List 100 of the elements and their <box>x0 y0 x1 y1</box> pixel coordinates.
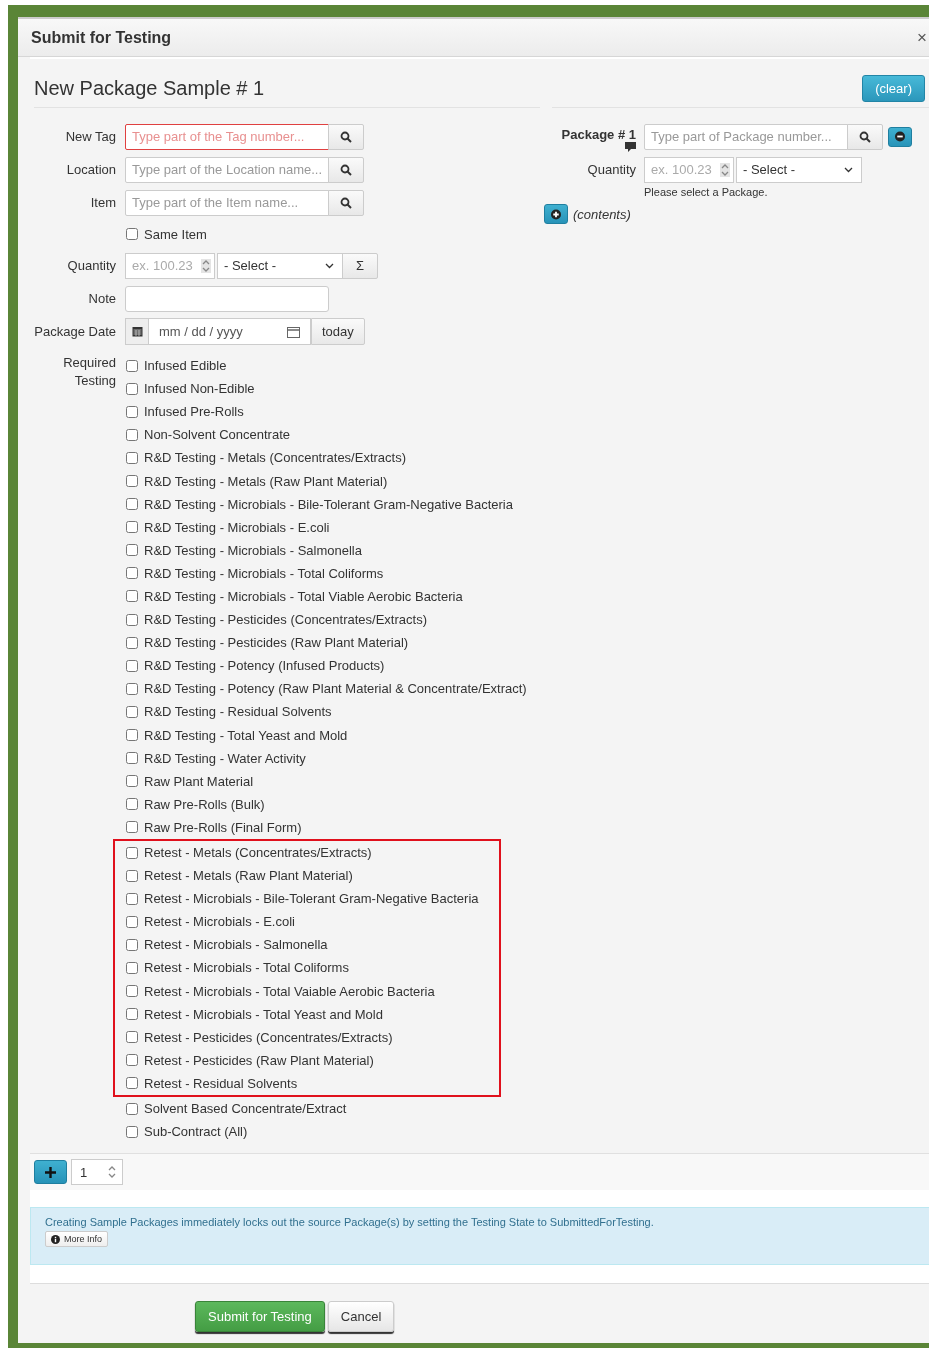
checkbox-label: R&D Testing - Residual Solvents <box>144 704 332 720</box>
checkbox-label: Retest - Pesticides (Raw Plant Material) <box>144 1052 374 1068</box>
checkbox[interactable] <box>126 798 138 811</box>
hint-text: Please select a Package. <box>644 186 768 198</box>
checkbox[interactable] <box>126 705 138 718</box>
checkbox-label: Retest - Microbials - Total Coliforms <box>144 960 349 976</box>
checkbox[interactable] <box>126 1054 138 1067</box>
checkbox[interactable] <box>126 846 138 859</box>
more-info-button[interactable]: More Info <box>45 1231 109 1248</box>
close-button[interactable]: × <box>915 27 929 48</box>
checkbox-label: Retest - Microbials - E.coli <box>144 914 295 930</box>
spinner-icon <box>107 1165 117 1180</box>
checkbox-label: R&D Testing - Water Activity <box>144 750 306 766</box>
checkbox[interactable] <box>126 544 138 557</box>
checkbox[interactable] <box>126 938 138 951</box>
checkbox-label: R&D Testing - Microbials - Total Viable Aerobic Bacteria <box>144 589 463 604</box>
field-label: Note <box>87 291 117 306</box>
search-button[interactable] <box>328 123 364 150</box>
field-label: New Tag <box>64 129 117 144</box>
tag-search-field[interactable]: Type part of the Tag number... <box>125 123 329 150</box>
checkbox[interactable] <box>126 892 138 905</box>
checkbox[interactable] <box>126 382 138 395</box>
add-contents-button[interactable] <box>544 204 568 224</box>
checkbox[interactable] <box>126 915 138 928</box>
checkbox[interactable] <box>126 498 138 511</box>
checkbox[interactable] <box>126 659 138 672</box>
checkbox[interactable] <box>126 869 138 882</box>
add-button[interactable] <box>34 1160 67 1185</box>
checkbox-label: R&D Testing - Microbials - Salmonella <box>144 542 362 558</box>
checkbox-label: Retest - Microbials - Bile-Tolerant Gram-Negative Bacteria <box>144 891 479 907</box>
checkbox[interactable] <box>126 1125 138 1138</box>
checkbox-label: Raw Pre-Rolls (Final Form) <box>144 819 302 835</box>
package-label: Package # 1 <box>561 127 636 142</box>
info-icon <box>51 1234 60 1244</box>
checkbox[interactable] <box>126 613 138 626</box>
checkbox-label: Retest - Metals (Concentrates/Extracts) <box>144 845 372 860</box>
checkbox[interactable] <box>126 228 138 240</box>
minus-circle-icon <box>895 131 905 142</box>
checkbox-label: R&D Testing - Metals (Raw Plant Material) <box>144 473 388 489</box>
checkbox[interactable] <box>126 962 138 974</box>
checkbox-label: R&D Testing - Pesticides (Raw Plant Material) <box>144 635 409 651</box>
checkbox[interactable] <box>126 359 138 372</box>
checkbox-label: Raw Plant Material <box>144 773 254 789</box>
search-button[interactable] <box>847 123 883 150</box>
field-label: Item <box>89 195 117 210</box>
chevron-icon <box>325 262 334 269</box>
location-search-field[interactable]: Type part of the Location name... <box>125 156 329 183</box>
unit-select[interactable]: - Select - <box>736 156 862 183</box>
checkbox-label: R&D Testing - Potency (Infused Products) <box>144 658 385 674</box>
spinner-icon <box>201 258 211 273</box>
checkbox-label: Infused Pre-Rolls <box>144 404 244 420</box>
checkbox[interactable] <box>126 1077 138 1090</box>
checkbox-label: Non-Solvent Concentrate <box>144 427 290 443</box>
checkbox[interactable] <box>126 821 138 834</box>
comment-icon <box>625 142 636 152</box>
checkbox-label: Retest - Metals (Raw Plant Material) <box>144 868 353 884</box>
checkbox-label: Infused Non-Edible <box>144 381 255 397</box>
checkbox[interactable] <box>126 1031 138 1044</box>
checkbox-label: R&D Testing - Microbials - Bile-Tolerant Gram-Negative Bacteria <box>144 496 513 512</box>
checkbox-label: Retest - Microbials - Total Yeast and Mold <box>144 1006 383 1022</box>
field-label: Location <box>65 162 117 177</box>
item-search-field[interactable]: Type part of the Item name... <box>125 189 329 216</box>
chevron-icon <box>844 166 853 173</box>
checkbox[interactable] <box>126 475 138 487</box>
checkbox[interactable] <box>126 521 138 534</box>
remove-button[interactable] <box>888 126 912 147</box>
count-field[interactable]: 1 <box>71 1159 123 1186</box>
checkbox[interactable] <box>126 567 138 580</box>
sum-button[interactable]: Σ <box>342 252 378 279</box>
checkbox[interactable] <box>126 729 138 742</box>
calendar-icon <box>131 326 143 337</box>
checkbox[interactable] <box>126 775 138 788</box>
checkbox[interactable] <box>126 451 138 464</box>
checkbox-label: R&D Testing - Pesticides (Concentrates/Extracts) <box>144 612 427 628</box>
checkbox[interactable] <box>126 752 138 765</box>
checkbox[interactable] <box>126 1008 138 1021</box>
checkbox[interactable] <box>126 1102 138 1115</box>
search-button[interactable] <box>328 156 364 183</box>
checkbox[interactable] <box>126 636 138 649</box>
contents-label: (contents) <box>573 206 631 222</box>
cancel-button[interactable]: Cancel <box>327 1301 395 1333</box>
checkbox[interactable] <box>126 428 138 441</box>
checkbox-label: R&D Testing - Microbials - Total Coliforms <box>144 565 384 581</box>
checkbox[interactable] <box>126 405 138 418</box>
checkbox[interactable] <box>126 590 138 603</box>
search-button[interactable] <box>328 189 364 216</box>
plus-icon <box>45 1166 56 1178</box>
checkbox-label: Retest - Microbials - Salmonella <box>144 937 328 953</box>
checkbox-label: R&D Testing - Total Yeast and Mold <box>144 727 348 743</box>
date-field[interactable]: mm / dd / yyyy <box>149 318 311 345</box>
package-search-field[interactable]: Type part of Package number... <box>644 123 848 150</box>
today-button[interactable]: today <box>311 318 365 345</box>
calendar-icon <box>287 325 300 338</box>
info-text: Creating Sample Packages immediately locks out the source Package(s) by setting the Testing State to SubmittedForTesting. <box>45 1216 654 1229</box>
checkbox[interactable] <box>126 682 138 695</box>
unit-select[interactable]: - Select - <box>217 252 343 279</box>
checkbox-label: R&D Testing - Metals (Concentrates/Extracts) <box>144 450 406 466</box>
note-field[interactable] <box>125 285 329 312</box>
checkbox[interactable] <box>126 985 138 998</box>
field-label: Required Testing <box>62 354 117 390</box>
